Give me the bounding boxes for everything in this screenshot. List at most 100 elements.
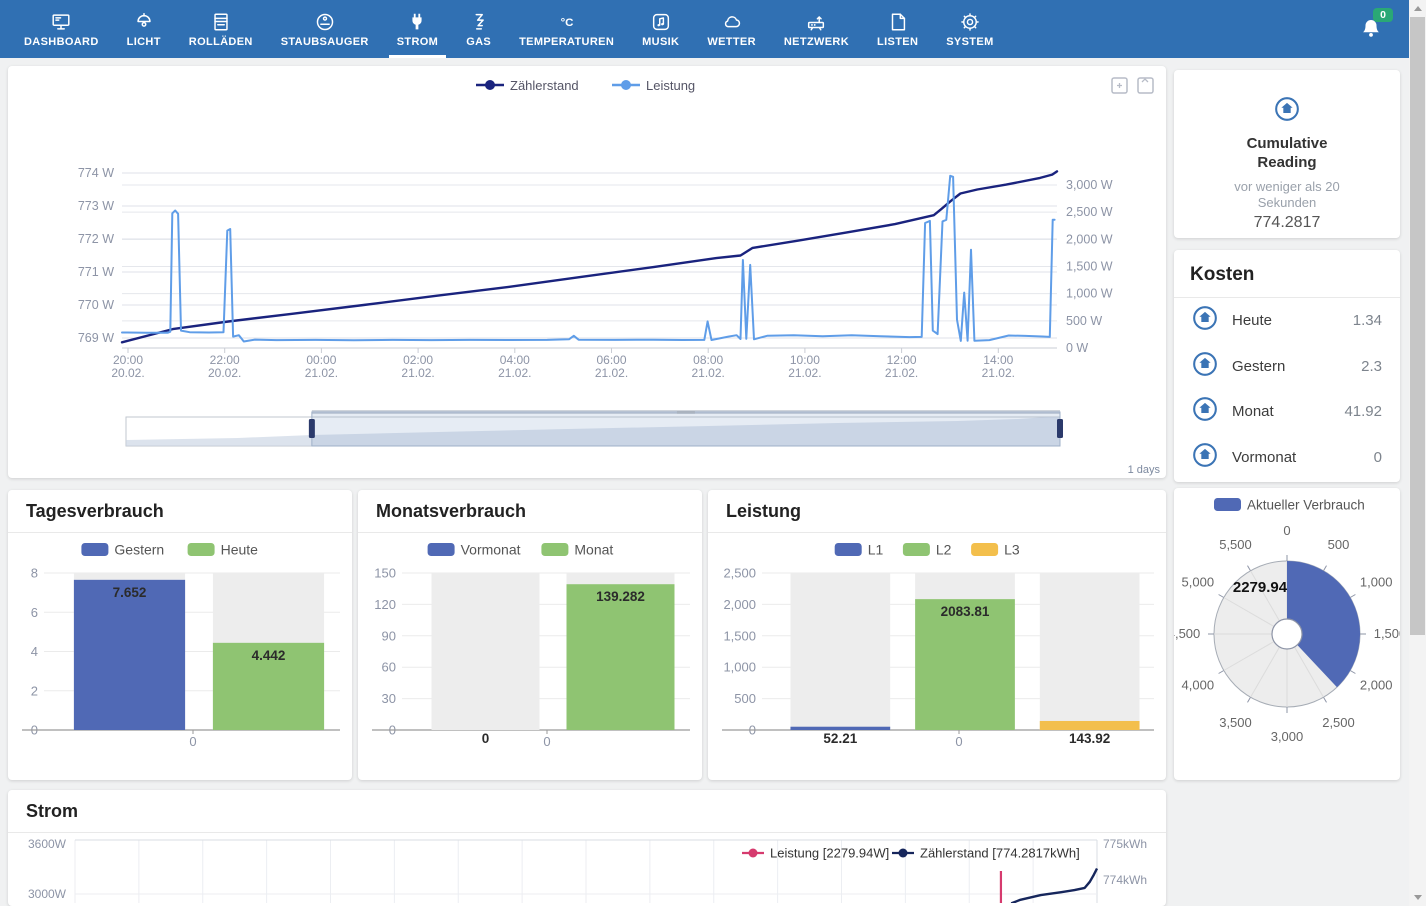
scrollbar-up-arrow[interactable] [1409,0,1426,17]
nav-item-listen[interactable]: LISTEN [863,0,932,58]
svg-text:770 W: 770 W [78,298,114,312]
nav-item-label: WETTER [707,35,756,48]
legend-item-aktueller-verbrauch[interactable]: Aktueller Verbrauch [1214,498,1365,513]
gauge-value-label: 2279.94 [1233,579,1288,596]
nav-item-musik[interactable]: MUSIK [628,0,693,58]
svg-text:0: 0 [543,734,550,749]
svg-text:5,000: 5,000 [1182,575,1215,590]
strom-detail-title: Strom [8,790,1166,833]
bar-background [431,573,540,730]
svg-text:1,000: 1,000 [1360,575,1393,590]
zoom-select-icon[interactable] [1111,77,1128,94]
svg-text:Zählerstand [774.2817kWh]: Zählerstand [774.2817kWh] [920,846,1080,861]
bar-value-l3: 143.92 [1069,731,1110,746]
nav-item-wetter[interactable]: WETTER [693,0,770,58]
svg-text:3600W: 3600W [28,837,67,851]
svg-text:150: 150 [374,566,396,581]
svg-text:3,000 W: 3,000 W [1066,178,1113,192]
nav-item-label: DASHBOARD [24,35,99,48]
svg-text:6: 6 [31,605,38,620]
svg-text:1,000: 1,000 [723,660,756,675]
legend-item-l2[interactable]: L2 [902,542,952,558]
svg-text:774kWh: 774kWh [1103,873,1147,887]
legend-item-l1[interactable]: L1 [834,542,884,558]
nav-item-temperaturen[interactable]: °C TEMPERATUREN [505,0,628,58]
range-slider[interactable] [125,410,1063,447]
page-scrollbar[interactable] [1409,0,1426,906]
daily-consumption-title: Tagesverbrauch [8,490,352,533]
svg-text:08:00: 08:00 [693,353,723,367]
cost-row-monat: Monat 41.92 [1174,389,1400,435]
svg-text:20.02.: 20.02. [208,366,241,380]
svg-text:12:00: 12:00 [887,353,917,367]
svg-text:2,500: 2,500 [723,566,756,581]
monthly-consumption-chart: Vormonat Monat 150 120 90 60 30 0 0 139.282 0 [358,533,702,780]
legend-item-gestern[interactable]: Gestern [81,542,164,558]
bar-value-heute: 4.442 [252,648,286,663]
nav-item-dashboard[interactable]: DASHBOARD [10,0,113,58]
nav-item-strom[interactable]: STROM [383,0,452,58]
svg-text:1,000 W: 1,000 W [1066,287,1113,301]
cost-value: 2.3 [1361,357,1382,375]
svg-text:0: 0 [955,734,962,749]
strom-detail-card: Strom 3600W 3000W 775kWh 774kWh Leistung [22… [8,790,1166,906]
nav-item-system[interactable]: SYSTEM [932,0,1007,58]
cost-row-vormonat: Vormonat 0 [1174,435,1400,481]
cumulative-reading-title: Cumulative Reading [1246,135,1328,171]
legend-item-zählerstand[interactable]: Zählerstand [476,78,579,93]
nav-item-label: STROM [396,35,439,48]
svg-text:774 W: 774 W [78,166,114,180]
legend-item-heute[interactable]: Heute [187,542,259,558]
svg-text:06:00: 06:00 [596,353,626,367]
daily-consumption-card: Tagesverbrauch Gestern Heute 8 6 4 2 0 7.652 4.4… [8,490,352,780]
bar-gestern [73,579,186,730]
power-phases-title: Leistung [708,490,1166,533]
legend-item-l3[interactable]: L3 [971,542,1020,558]
legend-item-monat[interactable]: Monat [541,542,613,558]
svg-text:2,500 W: 2,500 W [1066,205,1113,219]
cost-value: 0 [1373,448,1382,466]
nav-item-gas[interactable]: GAS [452,0,505,58]
legend-item-leistung[interactable]: Leistung [612,78,695,93]
power-phases-chart: L1 L2 L3 2,500 2,000 1,500 1,000 500 0 52.21 2083.… [708,533,1166,780]
svg-text:Leistung: Leistung [646,78,695,93]
bar-background [1039,573,1140,730]
svg-text:120: 120 [374,597,396,612]
svg-text:04:00: 04:00 [500,353,530,367]
nav-item-licht[interactable]: LICHT [113,0,175,58]
cost-label: Monat [1232,403,1274,421]
svg-text:Gestern: Gestern [114,542,164,558]
cost-value: 1.34 [1352,312,1382,330]
series-zählerstand [120,170,1059,344]
nav-item-netzwerk[interactable]: NETZWERK [770,0,863,58]
svg-text:1,500 W: 1,500 W [1066,260,1113,274]
svg-text:500: 500 [734,691,756,706]
nav-item-label: GAS [466,35,492,48]
svg-text:2: 2 [31,683,38,698]
system-icon [961,12,979,31]
svg-text:10:00: 10:00 [790,353,820,367]
svg-text:21.02.: 21.02. [595,366,628,380]
legend-item[interactable]: Zählerstand [774.2817kWh] [892,846,1080,861]
notifications-button[interactable]: 0 [1359,0,1393,58]
svg-text:21.02.: 21.02. [885,366,918,380]
slider-right-handle[interactable] [1057,419,1063,438]
zoom-reset-icon[interactable] [1137,77,1154,94]
cumulative-reading-timestamp: vor weniger als 20 Sekunden [1234,178,1340,211]
svg-text:771 W: 771 W [78,265,114,279]
monthly-consumption-title: Monatsverbrauch [358,490,702,533]
legend-item[interactable]: Leistung [2279.94W] [742,846,889,861]
slider-left-handle[interactable] [308,419,315,438]
nav-item-rolläden[interactable]: ROLLÄDEN [175,0,267,58]
svg-text:2,000 W: 2,000 W [1066,232,1113,246]
house-icon [1192,396,1218,427]
legend-item-vormonat[interactable]: Vormonat [427,542,521,558]
bar-l3 [1039,720,1140,730]
nav-item-staubsauger[interactable]: STAUBSAUGER [267,0,383,58]
svg-text:°C: °C [560,17,573,29]
scrollbar-thumb[interactable] [1410,17,1425,635]
scrollbar-down-arrow[interactable] [1409,889,1426,906]
nav-item-label: LICHT [126,35,161,48]
power-phases-card: Leistung L1 L2 L3 2,500 2,000 1,500 1,000 500 0 5… [708,490,1166,780]
weather-icon [724,15,740,27]
